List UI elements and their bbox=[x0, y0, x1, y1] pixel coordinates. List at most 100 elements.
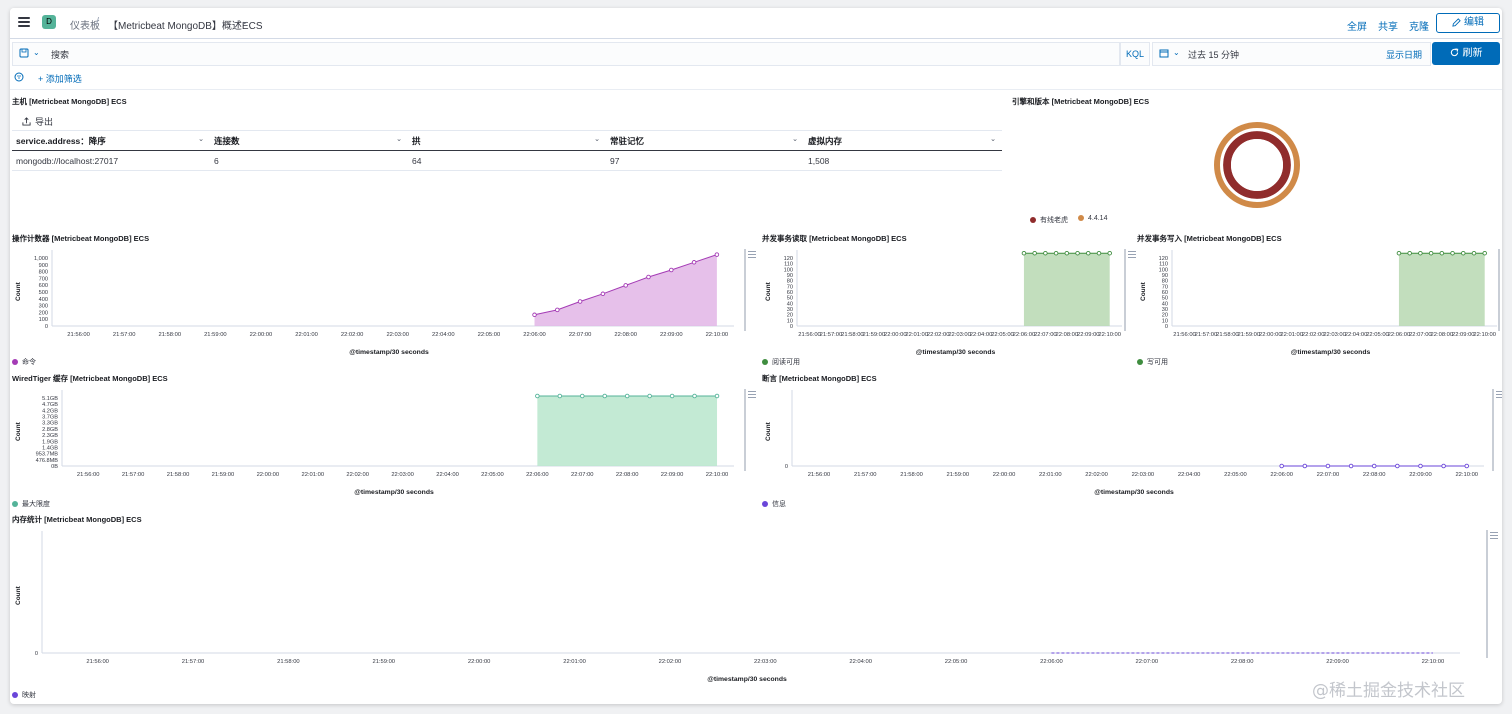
data-point[interactable] bbox=[577, 299, 583, 304]
data-point[interactable] bbox=[555, 307, 560, 313]
data-point[interactable] bbox=[1325, 463, 1331, 469]
data-point[interactable] bbox=[1279, 463, 1284, 469]
data-point[interactable] bbox=[1371, 463, 1377, 469]
data-point[interactable] bbox=[691, 260, 697, 265]
search-input[interactable]: ⌄ 搜索 bbox=[12, 42, 1120, 66]
data-point[interactable] bbox=[1075, 250, 1080, 256]
legend-scrollbar[interactable] bbox=[1492, 389, 1494, 471]
data-point[interactable] bbox=[1348, 463, 1354, 469]
column-header-service-address[interactable]: service.address：降序 ⌄ bbox=[12, 130, 210, 151]
data-point[interactable] bbox=[623, 283, 628, 288]
edit-button[interactable]: 编辑 bbox=[1436, 13, 1500, 33]
chevron-down-icon[interactable]: ⌄ bbox=[33, 48, 40, 57]
engine-legend-item-0[interactable]: 有线老虎 bbox=[1030, 215, 1068, 225]
data-point[interactable] bbox=[1107, 250, 1112, 256]
read-legend-item[interactable]: 阅读可用 bbox=[762, 357, 800, 367]
data-point[interactable] bbox=[1053, 250, 1059, 256]
x-tick-label: 21:57:00 bbox=[820, 332, 843, 338]
data-point[interactable] bbox=[646, 274, 651, 280]
legend-scrollbar[interactable] bbox=[1498, 249, 1500, 331]
data-point[interactable] bbox=[1441, 463, 1446, 469]
engine-legend-item-1[interactable]: 4.4.14 bbox=[1078, 215, 1107, 222]
legend-toggle-icon[interactable] bbox=[748, 391, 756, 399]
ops-legend-item[interactable]: 命令 bbox=[12, 357, 36, 367]
y-tick-label: 0B bbox=[51, 464, 58, 470]
engine-version-donut bbox=[1214, 122, 1300, 208]
column-header-connections[interactable]: 连接数 ⌄ bbox=[210, 130, 408, 151]
column-header-resident-memory[interactable]: 常驻记忆 ⌄ bbox=[606, 130, 804, 151]
share-link[interactable]: 共享 bbox=[1378, 18, 1398, 33]
data-point[interactable] bbox=[1428, 250, 1434, 256]
legend-scrollbar[interactable] bbox=[744, 249, 746, 331]
saved-query-icon[interactable] bbox=[19, 48, 29, 58]
column-header-arch[interactable]: 拱 ⌄ bbox=[408, 130, 606, 151]
donut-ring-0[interactable] bbox=[1223, 131, 1291, 199]
chevron-down-icon[interactable]: ⌄ bbox=[990, 135, 996, 143]
legend-toggle-icon[interactable] bbox=[1490, 532, 1498, 540]
show-dates-link[interactable]: 显示日期 bbox=[1386, 48, 1422, 61]
legend-toggle-icon[interactable] bbox=[1496, 391, 1502, 399]
data-point[interactable] bbox=[624, 393, 630, 399]
chevron-down-icon[interactable]: ⌄ bbox=[198, 135, 204, 143]
data-point[interactable] bbox=[580, 393, 585, 399]
data-point[interactable] bbox=[1471, 250, 1477, 256]
data-point[interactable] bbox=[1086, 250, 1091, 256]
chevron-down-icon[interactable]: ⌄ bbox=[792, 135, 798, 143]
x-tick-label: 22:04:00 bbox=[1178, 472, 1201, 478]
legend-scrollbar[interactable] bbox=[1124, 249, 1126, 331]
data-point[interactable] bbox=[1043, 250, 1048, 256]
data-point[interactable] bbox=[692, 393, 697, 399]
wiredtiger-legend-item[interactable]: 最大限度 bbox=[12, 499, 50, 509]
data-point[interactable] bbox=[1064, 250, 1070, 256]
kql-toggle[interactable]: KQL bbox=[1120, 42, 1150, 66]
chevron-down-icon[interactable]: ⌄ bbox=[396, 135, 402, 143]
fullscreen-link[interactable]: 全屏 bbox=[1347, 18, 1367, 33]
chevron-down-icon[interactable]: ⌄ bbox=[241, 16, 249, 27]
data-point[interactable] bbox=[1021, 250, 1027, 256]
space-avatar[interactable]: D bbox=[42, 15, 56, 29]
refresh-button[interactable]: 刷新 bbox=[1432, 42, 1500, 65]
memory-legend-item[interactable]: 映射 bbox=[12, 690, 36, 700]
time-picker[interactable]: ⌄ 过去 15 分钟 显示日期 bbox=[1152, 42, 1431, 66]
data-point[interactable] bbox=[714, 393, 720, 399]
legend-scrollbar[interactable] bbox=[1486, 530, 1488, 658]
data-point[interactable] bbox=[1450, 250, 1455, 256]
breadcrumb-current-dashboard[interactable]: 【Metricbeat MongoDB】概述ECS bbox=[108, 17, 263, 32]
calendar-icon[interactable] bbox=[1159, 48, 1169, 58]
data-point[interactable] bbox=[1439, 250, 1445, 256]
data-point[interactable] bbox=[1302, 463, 1308, 469]
legend-toggle-icon[interactable] bbox=[1128, 251, 1136, 259]
export-link[interactable]: 导出 bbox=[22, 115, 53, 128]
data-point[interactable] bbox=[1461, 250, 1466, 256]
data-point[interactable] bbox=[1418, 463, 1423, 469]
data-point[interactable] bbox=[1395, 463, 1400, 469]
data-point[interactable] bbox=[647, 393, 652, 399]
data-point[interactable] bbox=[600, 291, 606, 297]
add-filter-link[interactable]: + 添加筛选 bbox=[38, 72, 82, 85]
asserts-legend-item[interactable]: 信息 bbox=[762, 499, 786, 509]
legend-scrollbar[interactable] bbox=[744, 389, 746, 471]
chevron-down-icon[interactable]: ⌄ bbox=[594, 135, 600, 143]
data-point[interactable] bbox=[1482, 250, 1487, 256]
chevron-down-icon[interactable]: ⌄ bbox=[1173, 48, 1180, 57]
menu-icon[interactable] bbox=[18, 17, 30, 27]
data-point[interactable] bbox=[1096, 250, 1102, 256]
legend-toggle-icon[interactable] bbox=[748, 251, 756, 259]
clone-link[interactable]: 克隆 bbox=[1409, 18, 1429, 33]
column-header-virtual-memory[interactable]: 虚拟内存 ⌄ bbox=[804, 130, 1002, 151]
data-point[interactable] bbox=[669, 267, 674, 273]
data-point[interactable] bbox=[1464, 463, 1469, 469]
data-point[interactable] bbox=[532, 312, 537, 318]
y-tick-label: 0 bbox=[785, 464, 788, 470]
data-point[interactable] bbox=[714, 252, 720, 257]
data-point[interactable] bbox=[535, 393, 540, 399]
write-legend-item[interactable]: 写可用 bbox=[1137, 357, 1168, 367]
data-point[interactable] bbox=[557, 393, 563, 399]
data-point[interactable] bbox=[1407, 250, 1412, 256]
data-point[interactable] bbox=[602, 393, 607, 399]
data-point[interactable] bbox=[1396, 250, 1402, 256]
data-point[interactable] bbox=[1032, 250, 1037, 256]
filter-options-icon[interactable] bbox=[14, 72, 24, 82]
data-point[interactable] bbox=[1418, 250, 1423, 256]
data-point[interactable] bbox=[669, 393, 675, 399]
